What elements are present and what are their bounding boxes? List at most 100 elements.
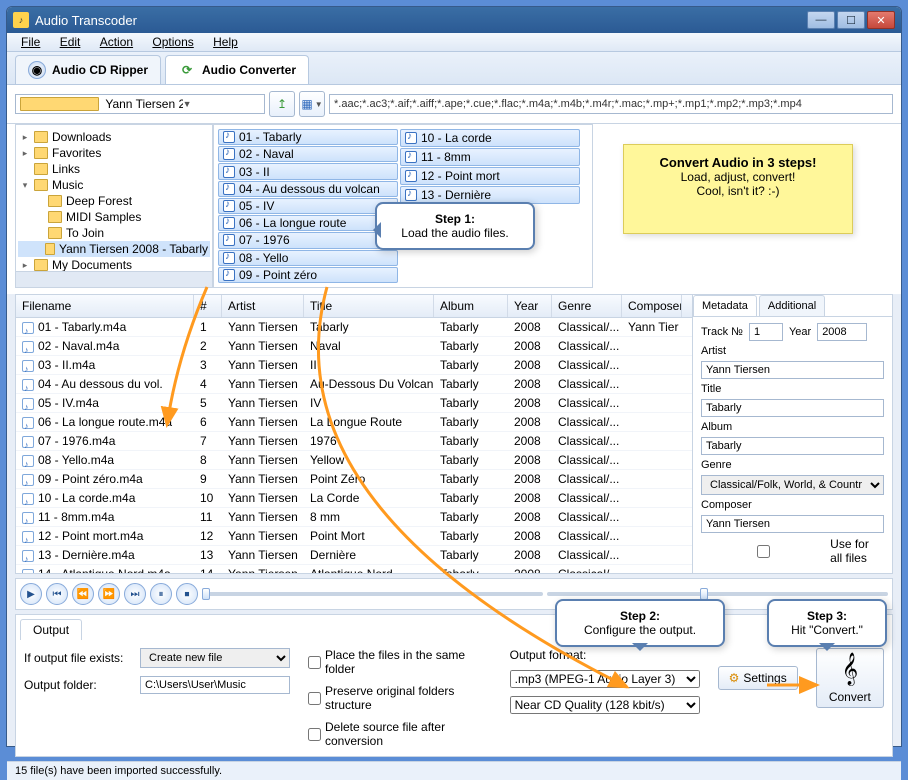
col-number[interactable]: # — [194, 295, 222, 317]
table-row[interactable]: 02 - Naval.m4a2Yann TiersenNavalTabarly2… — [16, 337, 692, 356]
audio-file-icon — [22, 436, 34, 448]
tree-item[interactable]: To Join — [18, 225, 210, 241]
file-item[interactable]: 09 - Point zéro — [218, 267, 398, 283]
trackno-field[interactable] — [749, 323, 783, 341]
pause-button[interactable]: ⏸ — [150, 583, 172, 605]
table-row[interactable]: 13 - Dernière.m4a13Yann TiersenDernièreT… — [16, 546, 692, 565]
file-item[interactable]: 11 - 8mm — [400, 148, 580, 166]
genre-select[interactable]: Classical/Folk, World, & Countr — [701, 475, 884, 495]
table-row[interactable]: 07 - 1976.m4a7Yann Tiersen1976Tabarly200… — [16, 432, 692, 451]
minimize-button[interactable]: — — [807, 11, 835, 29]
maximize-button[interactable]: ☐ — [837, 11, 865, 29]
col-filename[interactable]: Filename — [16, 295, 194, 317]
audio-file-icon — [22, 360, 34, 372]
play-button[interactable]: ▶ — [20, 583, 42, 605]
folder-tree[interactable]: ▸Downloads▸FavoritesLinks▾MusicDeep Fore… — [15, 124, 213, 288]
audio-file-icon — [22, 474, 34, 486]
tab-cd-ripper[interactable]: ◉ Audio CD Ripper — [15, 55, 161, 84]
audio-file-icon — [223, 269, 235, 281]
table-row[interactable]: 01 - Tabarly.m4a1Yann TiersenTabarlyTaba… — [16, 318, 692, 337]
delete-source-checkbox[interactable] — [308, 728, 321, 741]
rewind-button[interactable]: ⏪ — [72, 583, 94, 605]
col-composer[interactable]: Composer — [622, 295, 682, 317]
file-item[interactable]: 05 - IV — [218, 198, 398, 214]
tree-item[interactable]: Links — [18, 161, 210, 177]
table-row[interactable]: 05 - IV.m4a5Yann TiersenIVTabarly2008Cla… — [16, 394, 692, 413]
col-artist[interactable]: Artist — [222, 295, 304, 317]
tree-item[interactable]: MIDI Samples — [18, 209, 210, 225]
composer-field[interactable] — [701, 515, 884, 533]
expand-icon: ▸ — [20, 260, 30, 271]
file-item[interactable]: 01 - Tabarly — [218, 129, 398, 145]
menu-file[interactable]: File — [13, 33, 48, 51]
year-field[interactable] — [817, 323, 867, 341]
quality-select[interactable]: Near CD Quality (128 kbit/s) — [510, 696, 700, 714]
table-row[interactable]: 06 - La longue route.m4a6Yann TiersenLa … — [16, 413, 692, 432]
tree-item[interactable]: Deep Forest — [18, 193, 210, 209]
title-field[interactable] — [701, 399, 884, 417]
track-grid[interactable]: Filename # Artist Title Album Year Genre… — [16, 295, 692, 573]
file-item[interactable]: 04 - Au dessous du volcan — [218, 181, 398, 197]
file-item[interactable]: 12 - Point mort — [400, 167, 580, 185]
expand-icon: ▾ — [20, 180, 30, 191]
use-for-all-checkbox[interactable] — [701, 545, 826, 558]
tree-item[interactable]: ▸Downloads — [18, 129, 210, 145]
tab-audio-converter[interactable]: ⟳ Audio Converter — [165, 55, 309, 84]
file-filter[interactable]: *.aac;*.ac3;*.aif;*.aiff;*.ape;*.cue;*.f… — [329, 94, 893, 114]
settings-button[interactable]: ⚙Settings — [718, 666, 798, 690]
menu-help[interactable]: Help — [205, 33, 246, 51]
up-folder-button[interactable]: ↥ — [269, 91, 295, 117]
output-folder-field[interactable] — [140, 676, 290, 694]
audio-file-icon — [22, 417, 34, 429]
tree-item[interactable]: Yann Tiersen 2008 - Tabarly — [18, 241, 210, 257]
table-row[interactable]: 10 - La corde.m4a10Yann TiersenLa CordeT… — [16, 489, 692, 508]
tab-metadata[interactable]: Metadata — [693, 295, 757, 316]
menu-options[interactable]: Options — [144, 33, 201, 51]
audio-file-icon — [223, 148, 235, 160]
file-item[interactable]: 08 - Yello — [218, 250, 398, 266]
file-item[interactable]: 03 - II — [218, 163, 398, 179]
audio-file-icon — [405, 132, 417, 144]
menu-action[interactable]: Action — [92, 33, 141, 51]
col-album[interactable]: Album — [434, 295, 508, 317]
menubar: File Edit Action Options Help — [7, 33, 901, 52]
tree-item[interactable]: ▾Music — [18, 177, 210, 193]
tree-scrollbar[interactable] — [16, 271, 212, 287]
table-row[interactable]: 09 - Point zéro.m4a9Yann TiersenPoint Zé… — [16, 470, 692, 489]
grid-icon: ▦ — [301, 97, 312, 111]
tree-item[interactable]: ▸Favorites — [18, 145, 210, 161]
table-row[interactable]: 03 - II.m4a3Yann TiersenIITabarly2008Cla… — [16, 356, 692, 375]
volume-slider[interactable] — [547, 592, 888, 596]
artist-field[interactable] — [701, 361, 884, 379]
col-title[interactable]: Title — [304, 295, 434, 317]
file-item[interactable]: 10 - La corde — [400, 129, 580, 147]
tab-output[interactable]: Output — [20, 619, 82, 640]
view-mode-button[interactable]: ▦▼ — [299, 91, 325, 117]
col-year[interactable]: Year — [508, 295, 552, 317]
same-folder-checkbox[interactable] — [308, 656, 321, 669]
exists-select[interactable]: Create new file — [140, 648, 290, 668]
folder-icon — [34, 131, 48, 143]
menu-edit[interactable]: Edit — [52, 33, 89, 51]
table-row[interactable]: 04 - Au dessous du vol.4Yann TiersenAu-D… — [16, 375, 692, 394]
folder-select[interactable]: Yann Tiersen 2008 - Tabarly ▼ — [15, 94, 265, 114]
table-row[interactable]: 12 - Point mort.m4a12Yann TiersenPoint M… — [16, 527, 692, 546]
stop-button[interactable]: ⏹ — [176, 583, 198, 605]
forward-button[interactable]: ⏩ — [98, 583, 120, 605]
tab-additional[interactable]: Additional — [759, 295, 825, 316]
file-item[interactable]: 02 - Naval — [218, 146, 398, 162]
up-arrow-icon: ↥ — [277, 97, 287, 111]
col-genre[interactable]: Genre — [552, 295, 622, 317]
close-button[interactable]: ✕ — [867, 11, 895, 29]
last-button[interactable]: ⏭ — [124, 583, 146, 605]
album-field[interactable] — [701, 437, 884, 455]
table-row[interactable]: 11 - 8mm.m4a11Yann Tiersen8 mmTabarly200… — [16, 508, 692, 527]
seek-slider[interactable] — [202, 592, 543, 596]
folder-icon — [48, 195, 62, 207]
callout-step3: Step 3:Hit "Convert." — [767, 599, 887, 647]
first-button[interactable]: ⏮ — [46, 583, 68, 605]
table-row[interactable]: 08 - Yello.m4a8Yann TiersenYellowTabarly… — [16, 451, 692, 470]
table-row[interactable]: 14 - Atlantique Nord.m4a14Yann TiersenAt… — [16, 565, 692, 573]
format-select[interactable]: .mp3 (MPEG-1 Audio Layer 3) — [510, 670, 700, 688]
preserve-folders-checkbox[interactable] — [308, 692, 321, 705]
